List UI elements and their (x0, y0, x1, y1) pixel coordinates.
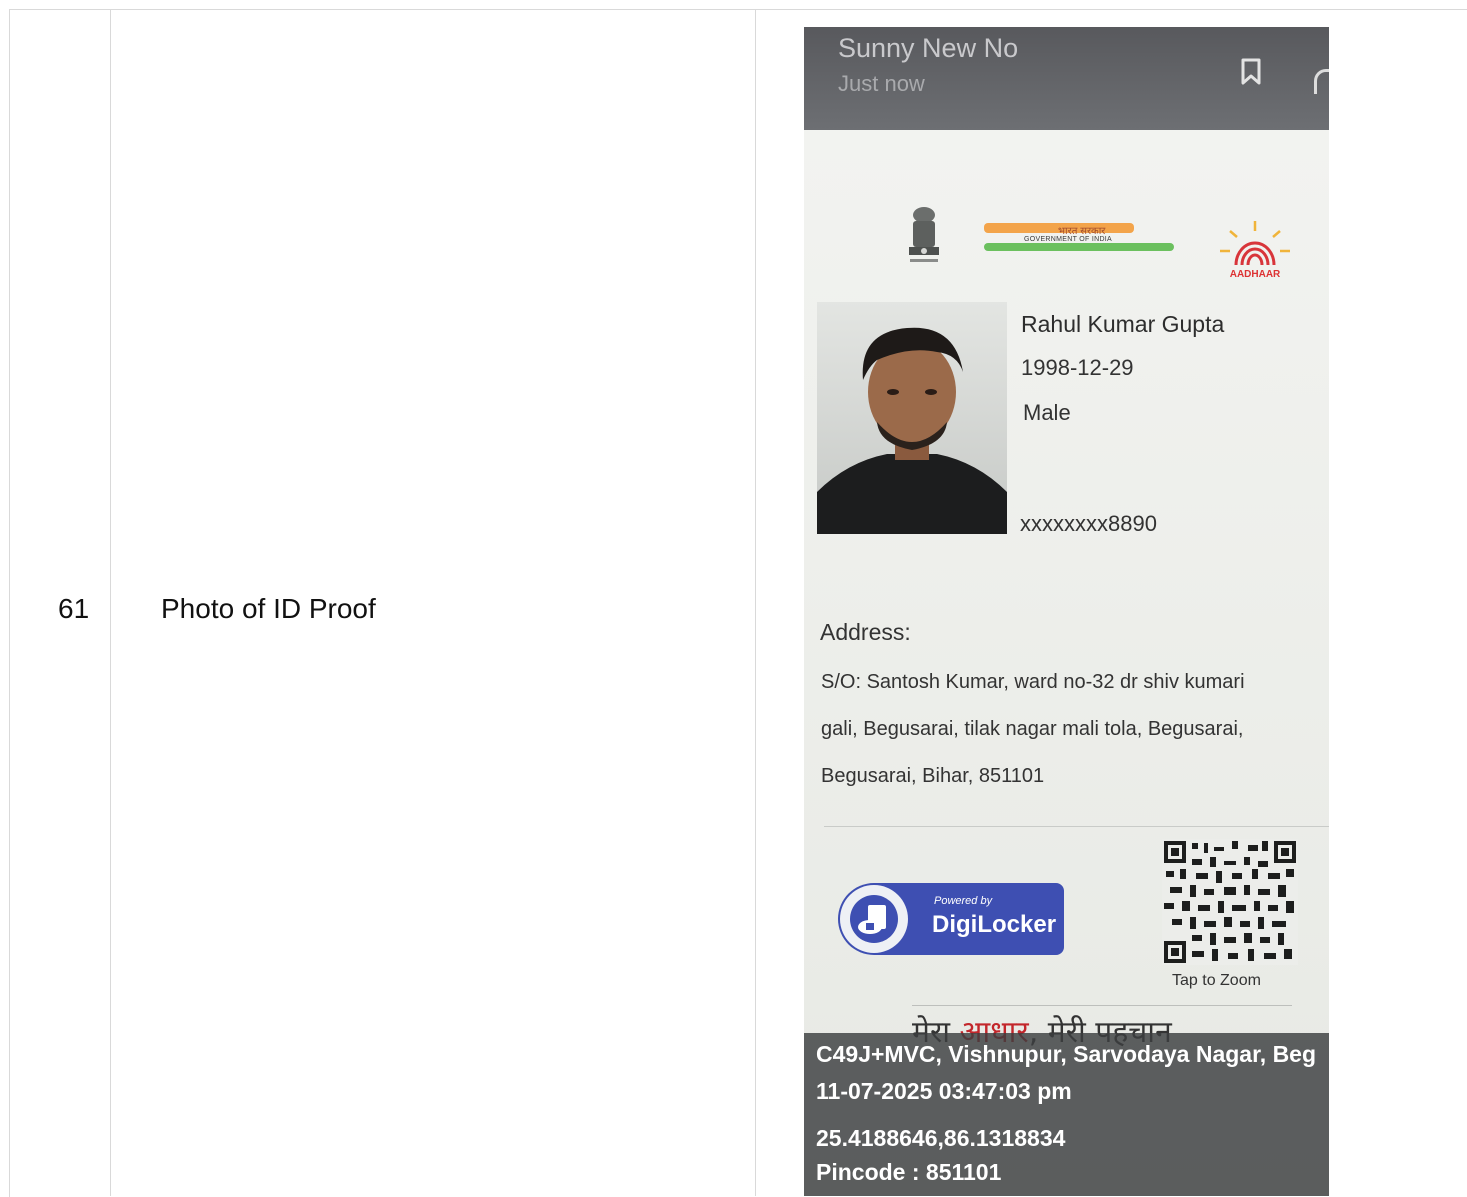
column-divider (755, 9, 756, 1196)
row-label: Photo of ID Proof (161, 593, 376, 624)
national-emblem-icon (909, 207, 939, 262)
aadhaar-logo-text: AADHAAR (1229, 269, 1281, 280)
qr-caption: Tap to Zoom (1172, 972, 1261, 989)
share-icon (1314, 69, 1329, 94)
digilocker-logo-circle (840, 885, 908, 953)
person-portrait (817, 327, 1007, 534)
qr-code (1162, 839, 1298, 965)
aadhaar-logo: AADHAAR (1216, 219, 1294, 281)
digilocker-name: DigiLocker (932, 911, 1057, 938)
address-line: S/O: Santosh Kumar, ward no-32 dr shiv k… (821, 671, 1245, 693)
address-line: Begusarai, Bihar, 851101 (821, 765, 1045, 787)
powered-by-text: Powered by (934, 895, 993, 907)
geo-coordinates: 25.4188646,86.1318834 (816, 1125, 1066, 1151)
cardholder-photo (817, 302, 1007, 534)
tagline-divider (912, 1005, 1292, 1006)
row-number: 61 (58, 593, 90, 624)
fingerprint-icon (1220, 221, 1290, 266)
notification-bar: Sunny New No Just now (804, 27, 1329, 130)
geo-timestamp: 11-07-2025 03:47:03 pm (816, 1078, 1072, 1104)
gender: Male (1023, 400, 1071, 425)
digilocker-badge: Powered by DigiLocker (838, 883, 1064, 955)
geo-location: C49J+MVC, Vishnupur, Sarvodaya Nagar, Be… (816, 1041, 1317, 1067)
masked-aadhaar-number: xxxxxxxx8890 (1020, 511, 1157, 536)
address-line: gali, Begusarai, tilak nagar mali tola, … (821, 718, 1244, 740)
notification-sender: Sunny New No (838, 33, 1019, 63)
date-of-birth: 1998-12-29 (1021, 355, 1134, 380)
govt-english: GOVERNMENT OF INDIA (1024, 236, 1113, 243)
cardholder-name: Rahul Kumar Gupta (1021, 311, 1225, 337)
card-divider (824, 826, 1329, 827)
band-green (984, 243, 1174, 251)
address-title: Address: (820, 619, 911, 645)
column-divider (110, 9, 111, 1196)
govt-hindi: भारत सरकार (1058, 226, 1106, 237)
government-of-india-band: भारत सरकार GOVERNMENT OF INDIA (984, 223, 1174, 255)
notification-time: Just now (838, 71, 925, 96)
cloud-lock-icon (850, 895, 898, 943)
bookmark-icon (1241, 58, 1261, 85)
address-block: S/O: Santosh Kumar, ward no-32 dr shiv k… (821, 659, 1329, 800)
geo-tag-overlay: C49J+MVC, Vishnupur, Sarvodaya Nagar, Be… (804, 1033, 1329, 1196)
id-proof-photo: Sunny New No Just now भारत सरकार GOVERNM… (804, 27, 1329, 1196)
geo-pincode: Pincode : 851101 (816, 1159, 1002, 1185)
